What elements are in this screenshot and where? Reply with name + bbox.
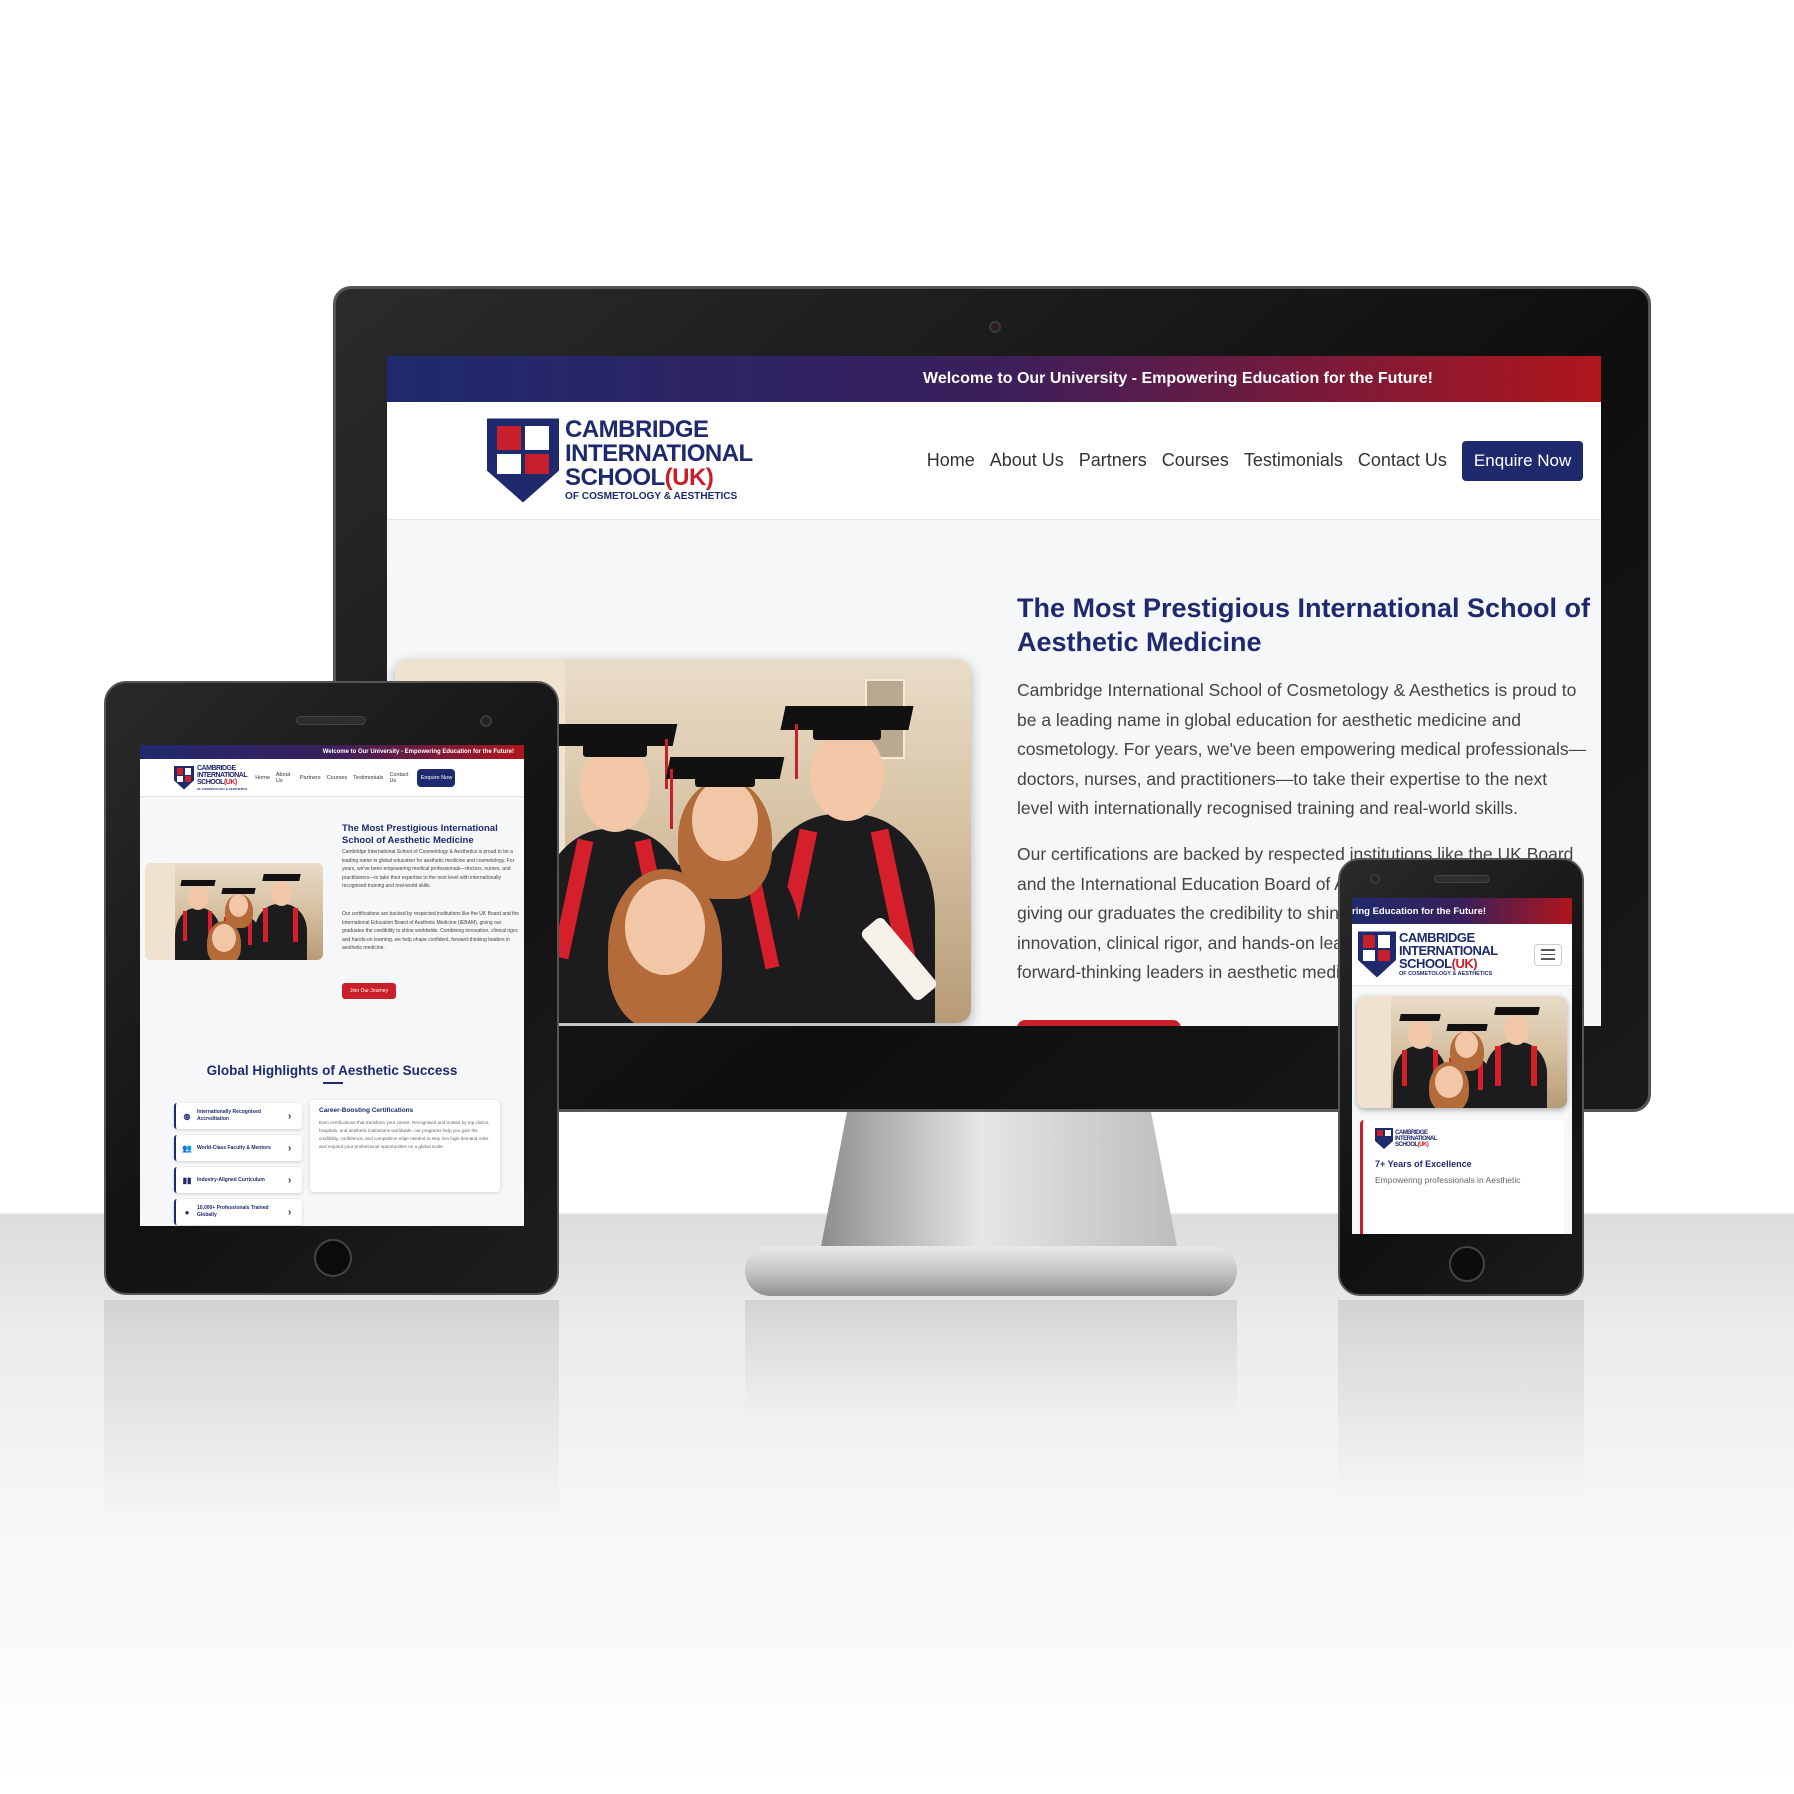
chevron-right-icon: ›: [288, 1206, 292, 1218]
tablet-home-button[interactable]: [314, 1239, 352, 1277]
phone-speaker: [1434, 875, 1490, 883]
card-title: Career-Boosting Certifications: [319, 1107, 414, 1114]
tablet-hero-paragraph-1: Cambridge International School of Cosmet…: [342, 849, 515, 890]
phone-camera: [1370, 874, 1380, 884]
phone-reflection: [1338, 1300, 1584, 1500]
phone-announcement-bar: ring Education for the Future!: [1352, 898, 1572, 924]
tablet-join-journey-button[interactable]: Join Our Journey: [342, 983, 397, 999]
highlight-item-faculty[interactable]: 👥 World-Class Faculty & Mentors ›: [174, 1135, 302, 1161]
phone-card-wordmark: CAMBRIDGE INTERNATIONAL SCHOOL(UK): [1395, 1129, 1438, 1148]
tablet-nav-about-us[interactable]: About Us: [276, 772, 294, 784]
monitor-camera: [989, 321, 1001, 333]
tablet-reflection: [104, 1300, 559, 1530]
monitor-stand-base: [745, 1246, 1237, 1296]
announcement-text: Welcome to Our University - Empowering E…: [923, 370, 1433, 387]
globe-icon: ◍: [183, 1111, 191, 1121]
nav-courses[interactable]: Courses: [1162, 450, 1229, 471]
monitor-reflection: [745, 1300, 1237, 1420]
tablet-nav-courses[interactable]: Courses: [327, 775, 347, 781]
people-icon: 👥: [182, 1143, 192, 1153]
nav-testimonials[interactable]: Testimonials: [1244, 450, 1343, 471]
chevron-right-icon: ›: [288, 1142, 292, 1154]
tablet-nav-contact-us[interactable]: Contact Us: [389, 772, 411, 784]
main-nav: Home About Us Partners Courses Testimoni…: [927, 440, 1584, 481]
phone-logo-wordmark: CAMBRIDGE INTERNATIONAL SCHOOL(UK) OF CO…: [1399, 930, 1498, 978]
tablet-announcement-text: Welcome to Our University - Empowering E…: [322, 749, 514, 755]
highlight-item-curriculum[interactable]: ▮▮ Industry-Aligned Curriculum ›: [174, 1167, 302, 1193]
person-icon: ●: [184, 1207, 190, 1217]
tablet-graduates-photo: [145, 863, 323, 960]
phone-card-logo: CAMBRIDGE INTERNATIONAL SCHOOL(UK): [1375, 1128, 1552, 1149]
device-mockup-scene: Welcome to Our University - Empowering E…: [0, 0, 1794, 1794]
tablet-nav-testimonials[interactable]: Testimonials: [353, 775, 383, 781]
tablet-hero-title: The Most Prestigious International Schoo…: [342, 823, 498, 846]
phone-graduates-photo: [1357, 996, 1567, 1108]
phone-site-header: CAMBRIDGE INTERNATIONAL SCHOOL(UK) OF CO…: [1352, 924, 1572, 986]
chevron-right-icon: ›: [288, 1174, 292, 1186]
phone-excellence-card: CAMBRIDGE INTERNATIONAL SCHOOL(UK) 7+ Ye…: [1360, 1120, 1564, 1234]
phone-screen: ring Education for the Future! CAMBRIDGE…: [1352, 898, 1572, 1234]
tablet-screen: Welcome to Our University - Empowering E…: [140, 745, 524, 1226]
nav-partners[interactable]: Partners: [1079, 450, 1147, 471]
nav-home[interactable]: Home: [927, 450, 975, 471]
tablet-main-nav: Home About Us Partners Courses Testimoni…: [255, 768, 456, 787]
crest-icon: [1375, 1128, 1393, 1149]
crest-icon: [174, 765, 194, 790]
phone-card-body: Empowering professionals in Aesthetic: [1375, 1175, 1521, 1185]
monitor-stand-neck: [818, 1112, 1180, 1262]
crest-icon: [487, 418, 559, 503]
tablet-logo-wordmark: CAMBRIDGE INTERNATIONAL SCHOOL(UK) OF CO…: [197, 764, 248, 791]
highlight-item-professionals[interactable]: ● 10,000+ Professionals Trained Globally…: [174, 1199, 302, 1225]
enquire-now-button[interactable]: Enquire Now: [1461, 440, 1584, 481]
phone-announcement-text: ring Education for the Future!: [1352, 905, 1487, 917]
school-logo[interactable]: CAMBRIDGE INTERNATIONAL SCHOOL(UK) OF CO…: [487, 416, 753, 503]
tablet-announcement-bar: Welcome to Our University - Empowering E…: [140, 745, 524, 759]
phone-device: ring Education for the Future! CAMBRIDGE…: [1338, 858, 1584, 1296]
hero-title: The Most Prestigious International Schoo…: [1017, 593, 1591, 657]
tablet-hero-paragraph-2: Our certifications are backed by respect…: [342, 911, 520, 952]
phone-school-logo[interactable]: CAMBRIDGE INTERNATIONAL SCHOOL(UK) OF CO…: [1358, 930, 1498, 978]
hamburger-menu-icon[interactable]: [1534, 943, 1562, 966]
announcement-bar: Welcome to Our University - Empowering E…: [387, 356, 1601, 402]
nav-contact-us[interactable]: Contact Us: [1358, 450, 1447, 471]
phone-card-title: 7+ Years of Excellence: [1375, 1159, 1472, 1169]
book-icon: ▮▮: [182, 1175, 192, 1185]
tablet-site-header: CAMBRIDGE INTERNATIONAL SCHOOL(UK) OF CO…: [140, 759, 524, 797]
tablet-camera: [480, 715, 492, 727]
tablet-school-logo[interactable]: CAMBRIDGE INTERNATIONAL SCHOOL(UK) OF CO…: [174, 764, 248, 791]
tablet-nav-home[interactable]: Home: [255, 775, 270, 781]
highlights-underline: [323, 1082, 343, 1084]
site-header: CAMBRIDGE INTERNATIONAL SCHOOL(UK) OF CO…: [387, 402, 1601, 520]
logo-wordmark: CAMBRIDGE INTERNATIONAL SCHOOL(UK) OF CO…: [565, 416, 753, 503]
tablet-nav-partners[interactable]: Partners: [300, 775, 321, 781]
card-body: Earn certifications that transform your …: [319, 1120, 490, 1149]
hero-paragraph-1: Cambridge International School of Cosmet…: [1017, 680, 1587, 818]
tablet-device: Welcome to Our University - Empowering E…: [104, 681, 559, 1295]
join-journey-button-edge[interactable]: [1017, 1020, 1181, 1026]
crest-icon: [1358, 931, 1396, 978]
tablet-speaker: [296, 716, 366, 725]
nav-about-us[interactable]: About Us: [990, 450, 1064, 471]
highlights-title: Global Highlights of Aesthetic Success: [206, 1063, 458, 1078]
phone-home-button[interactable]: [1449, 1246, 1485, 1282]
highlight-item-accreditation[interactable]: ◍ Internationally Recognised Accreditati…: [174, 1103, 302, 1129]
chevron-right-icon: ›: [288, 1110, 292, 1122]
tablet-enquire-now-button[interactable]: Enquire Now: [417, 768, 456, 787]
highlight-detail-card: Career-Boosting Certifications Earn cert…: [310, 1100, 500, 1192]
